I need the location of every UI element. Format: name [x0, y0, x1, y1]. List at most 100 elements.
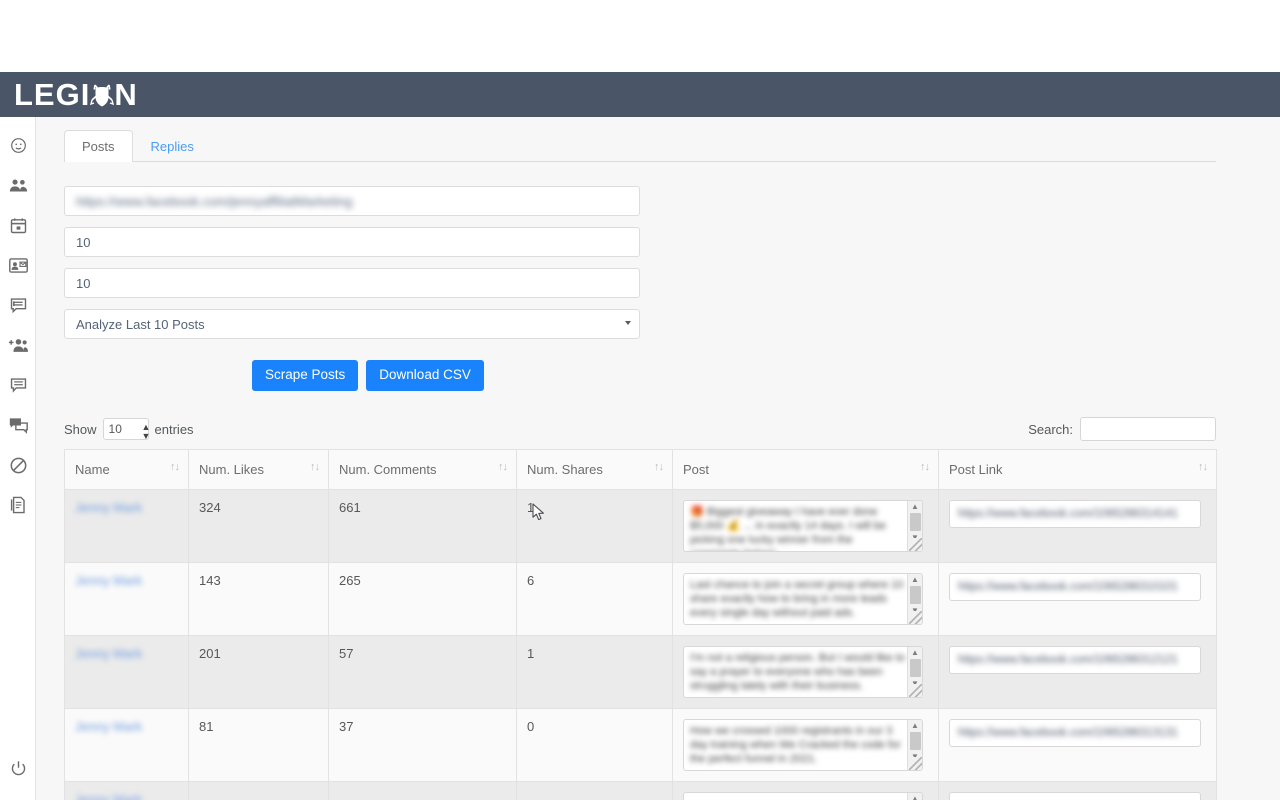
scroll-up-icon[interactable]: ▲: [911, 647, 919, 658]
scrape-posts-button[interactable]: Scrape Posts: [252, 360, 359, 391]
num-posts-input[interactable]: [64, 227, 640, 257]
num-comments-input[interactable]: [64, 268, 640, 298]
sidebar-item-reports[interactable]: [0, 485, 36, 525]
column-label: Post: [683, 462, 710, 477]
column-label: Post Link: [949, 462, 1003, 477]
post-textarea[interactable]: I'm not a religious person. But I would …: [683, 646, 923, 698]
sidebar-item-contacts[interactable]: [0, 245, 36, 285]
post-link-input[interactable]: https://www.facebook.com/1065286313131: [949, 719, 1201, 747]
posts-table: Name ↑↓ Num. Likes ↑↓ Num. Comments ↑↓ N…: [64, 449, 1217, 800]
calendar-icon: [10, 217, 27, 234]
post-link-input[interactable]: [949, 792, 1201, 800]
comment-alt-lines-icon: [10, 297, 27, 314]
sidebar-item-logout[interactable]: [0, 756, 36, 786]
post-textarea[interactable]: ▲ ▼: [683, 792, 923, 800]
entries-length-select[interactable]: 10: [102, 418, 149, 440]
cell-shares: 1: [516, 635, 673, 709]
post-text: 🎁 Biggest giveaway I have ever done $5,0…: [690, 506, 886, 551]
cell-post-link: [938, 781, 1217, 800]
cell-likes: 324: [188, 489, 329, 563]
cell-shares: [516, 781, 673, 800]
file-text-icon: [10, 496, 26, 514]
post-text: I'm not a religious person. But I would …: [690, 652, 905, 692]
post-link-value: https://www.facebook.com/1065286314141: [958, 508, 1178, 520]
comment-lines-icon: [10, 377, 27, 393]
scroll-up-icon[interactable]: ▲: [911, 574, 919, 585]
profile-link[interactable]: Jenny Mark: [75, 792, 142, 800]
profile-link[interactable]: Jenny Mark: [75, 719, 142, 734]
cell-likes: 201: [188, 635, 329, 709]
table-row: Jenny Mark 143 265 6 Last chance to join…: [64, 562, 1217, 636]
cell-post: How we crossed 1000 registrants in our 3…: [672, 708, 939, 782]
sidebar-item-comments[interactable]: [0, 365, 36, 405]
scroll-up-icon[interactable]: ▲: [911, 720, 919, 731]
sidebar-item-blocked[interactable]: [0, 445, 36, 485]
post-link-input[interactable]: https://www.facebook.com/1065286312121: [949, 646, 1201, 674]
resize-handle-icon[interactable]: [909, 611, 922, 624]
profile-link[interactable]: Jenny Mark: [75, 646, 142, 661]
profile-link[interactable]: Jenny Mark: [75, 573, 142, 588]
post-scrollbar[interactable]: ▲ ▼: [907, 793, 922, 800]
table-body: Jenny Mark 324 661 1 🎁 Biggest giveaway …: [64, 489, 1217, 800]
column-label: Num. Comments: [339, 462, 437, 477]
scroll-up-icon[interactable]: ▲: [911, 793, 919, 800]
app-root: LEGI N Posts Replies https://www.faceboo…: [0, 0, 1280, 800]
cell-likes: [188, 781, 329, 800]
cell-shares: 1: [516, 489, 673, 563]
brand-name-after: N: [114, 77, 138, 112]
scrollbar-thumb[interactable]: [909, 586, 921, 604]
post-textarea[interactable]: How we crossed 1000 registrants in our 3…: [683, 719, 923, 771]
table-header-row: Name ↑↓ Num. Likes ↑↓ Num. Comments ↑↓ N…: [64, 449, 1217, 490]
tab-replies[interactable]: Replies: [133, 130, 212, 162]
entries-label: entries: [154, 421, 194, 437]
cell-name: Jenny Mark: [64, 635, 189, 709]
analyze-select-wrap: Analyze Last 10 Posts: [64, 309, 640, 339]
resize-handle-icon[interactable]: [909, 538, 922, 551]
sidebar-item-profile[interactable]: [0, 125, 36, 165]
post-link-value: https://www.facebook.com/1065286313131: [958, 727, 1178, 739]
post-textarea[interactable]: Last chance to join a secret group where…: [683, 573, 923, 625]
tab-bar: Posts Replies: [64, 129, 1216, 162]
post-textarea[interactable]: 🎁 Biggest giveaway I have ever done $5,0…: [683, 500, 923, 552]
scrollbar-thumb[interactable]: [909, 732, 921, 750]
profile-link[interactable]: Jenny Mark: [75, 500, 142, 515]
cell-name: Jenny Mark: [64, 489, 189, 563]
post-link-value: https://www.facebook.com/1065286310101: [958, 581, 1178, 593]
column-header-num-shares[interactable]: Num. Shares ↑↓: [516, 449, 673, 490]
resize-handle-icon[interactable]: [909, 684, 922, 697]
download-csv-button[interactable]: Download CSV: [366, 360, 484, 391]
sort-icon: ↑↓: [310, 461, 320, 473]
sidebar-item-calendar[interactable]: [0, 205, 36, 245]
post-link-input[interactable]: https://www.facebook.com/1065286314141: [949, 500, 1201, 528]
tab-posts-label: Posts: [82, 139, 115, 154]
column-header-post-link[interactable]: Post Link ↑↓: [938, 449, 1217, 490]
scrape-form: https://www.facebook.com/jennyaffiliatMa…: [64, 162, 1252, 391]
sidebar-item-users[interactable]: [0, 165, 36, 205]
users-icon: [9, 178, 28, 193]
app-header: LEGI N: [0, 72, 1280, 117]
column-header-num-likes[interactable]: Num. Likes ↑↓: [188, 449, 329, 490]
analyze-select[interactable]: Analyze Last 10 Posts: [64, 309, 640, 339]
post-text: [684, 793, 912, 800]
tab-replies-label: Replies: [150, 139, 194, 154]
scroll-up-icon[interactable]: ▲: [911, 501, 919, 512]
cell-post: I'm not a religious person. But I would …: [672, 635, 939, 709]
post-link-input[interactable]: https://www.facebook.com/1065286310101: [949, 573, 1201, 601]
tab-posts[interactable]: Posts: [64, 130, 133, 162]
column-header-post[interactable]: Post ↑↓: [672, 449, 939, 490]
scrollbar-thumb[interactable]: [909, 659, 921, 677]
resize-handle-icon[interactable]: [909, 757, 922, 770]
search-input[interactable]: [1080, 417, 1216, 441]
sidebar-item-chats[interactable]: [0, 405, 36, 445]
cell-shares: 0: [516, 708, 673, 782]
brand-logo[interactable]: LEGI N: [14, 72, 138, 117]
sidebar-item-messages[interactable]: [0, 285, 36, 325]
sidebar-item-add-user[interactable]: [0, 325, 36, 365]
scrollbar-thumb[interactable]: [909, 513, 921, 531]
action-buttons: Scrape Posts Download CSV: [64, 360, 1252, 391]
page-url-value: https://www.facebook.com/jennyaffiliatMa…: [76, 193, 353, 209]
page-url-input[interactable]: https://www.facebook.com/jennyaffiliatMa…: [64, 186, 640, 216]
column-header-num-comments[interactable]: Num. Comments ↑↓: [328, 449, 517, 490]
column-header-name[interactable]: Name ↑↓: [64, 449, 189, 490]
cell-post: ▲ ▼: [672, 781, 939, 800]
